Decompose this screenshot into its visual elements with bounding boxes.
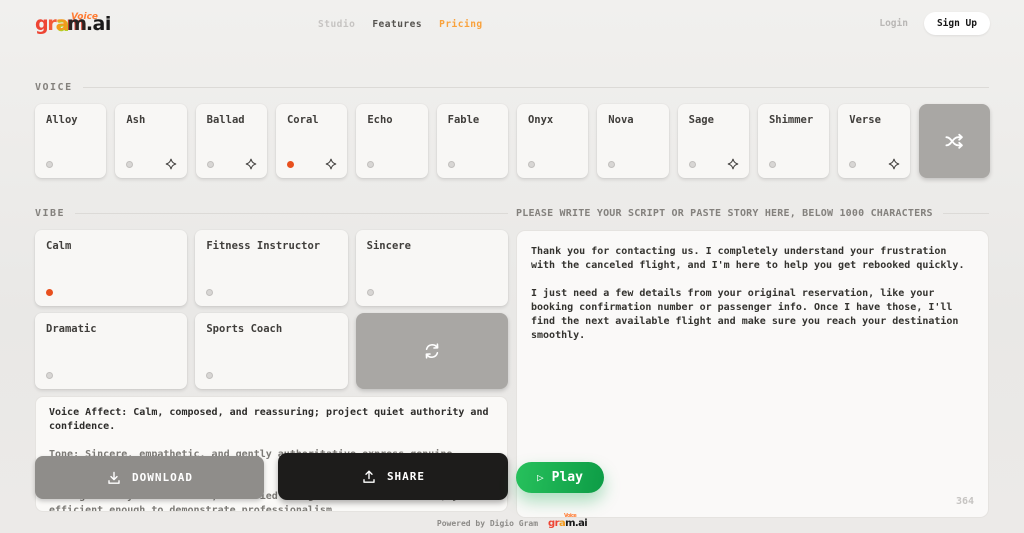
section-rule — [943, 213, 989, 214]
vibe-card-label: Dramatic — [46, 323, 97, 335]
selection-dot — [207, 161, 214, 168]
sparkle-icon — [245, 158, 257, 170]
shuffle-voice-button[interactable] — [919, 104, 990, 178]
affect-paragraph: Voice Affect: Calm, composed, and reassu… — [49, 406, 494, 434]
share-icon — [361, 469, 377, 485]
voice-card-alloy[interactable]: Alloy — [35, 104, 106, 178]
voice-card-ash[interactable]: Ash — [115, 104, 186, 178]
selection-dot — [46, 289, 53, 296]
voice-card-label: Coral — [287, 114, 319, 126]
section-rule — [83, 87, 989, 88]
share-button[interactable]: SHARE — [278, 453, 508, 500]
voice-card-label: Onyx — [528, 114, 553, 126]
voice-card-nova[interactable]: Nova — [597, 104, 668, 178]
voice-card-ballad[interactable]: Ballad — [196, 104, 267, 178]
play-button-label: Play — [552, 470, 583, 485]
vibe-card-sports-coach[interactable]: Sports Coach — [195, 313, 347, 389]
voice-card-label: Ballad — [207, 114, 245, 126]
sparkle-icon — [325, 158, 337, 170]
download-icon — [106, 470, 122, 486]
script-section-title: PLEASE WRITE YOUR SCRIPT OR PASTE STORY … — [516, 208, 933, 219]
play-icon: ▷ — [537, 471, 544, 484]
footer-logo: Voicegram.ai — [548, 518, 587, 529]
voice-card-onyx[interactable]: Onyx — [517, 104, 588, 178]
nav-item-pricing[interactable]: Pricing — [439, 19, 483, 30]
refresh-vibes-button[interactable] — [356, 313, 508, 389]
vibe-section-label: VIBE — [35, 208, 508, 219]
voice-card-label: Echo — [367, 114, 392, 126]
selection-dot — [46, 372, 53, 379]
vibe-section-title: VIBE — [35, 208, 65, 219]
selection-dot — [528, 161, 535, 168]
voice-card-coral[interactable]: Coral — [276, 104, 347, 178]
vibe-card-dramatic[interactable]: Dramatic — [35, 313, 187, 389]
download-button-label: DOWNLOAD — [132, 471, 193, 484]
selection-dot — [367, 289, 374, 296]
selection-dot — [126, 161, 133, 168]
vibe-grid: Calm Fitness Instructor Sincere Dramatic… — [35, 230, 508, 389]
script-section-label: PLEASE WRITE YOUR SCRIPT OR PASTE STORY … — [516, 208, 989, 219]
voice-card-label: Sage — [689, 114, 714, 126]
selection-dot — [46, 161, 53, 168]
play-button[interactable]: ▷ Play — [516, 462, 604, 493]
login-link[interactable]: Login — [879, 18, 908, 29]
selection-dot — [849, 161, 856, 168]
header: Voicegram.ai Studio Features Pricing Log… — [0, 0, 1024, 50]
share-button-label: SHARE — [387, 470, 425, 483]
logo-voice-badge: Voice — [71, 2, 98, 32]
sparkle-icon — [888, 158, 900, 170]
sparkle-icon — [727, 158, 739, 170]
footer: Powered by Digio Gram Voicegram.ai — [0, 518, 1024, 529]
refresh-icon — [420, 339, 444, 363]
vibe-card-label: Calm — [46, 240, 71, 252]
vibe-card-label: Fitness Instructor — [206, 240, 320, 252]
powered-by-text: Powered by Digio Gram — [437, 519, 538, 528]
auth-area: Login Sign Up — [879, 12, 990, 35]
footer-logo-voice-badge: Voice — [564, 513, 576, 519]
selection-dot — [287, 161, 294, 168]
nav-item-studio[interactable]: Studio — [318, 19, 355, 30]
selection-dot — [206, 289, 213, 296]
voice-card-verse[interactable]: Verse — [838, 104, 909, 178]
section-rule — [75, 213, 508, 214]
selection-dot — [769, 161, 776, 168]
vibe-card-fitness-instructor[interactable]: Fitness Instructor — [195, 230, 347, 306]
nav-item-features[interactable]: Features — [372, 19, 422, 30]
vibe-card-label: Sincere — [367, 240, 411, 252]
voice-section-label: VOICE — [35, 82, 989, 93]
voice-card-label: Nova — [608, 114, 633, 126]
vibe-card-sincere[interactable]: Sincere — [356, 230, 508, 306]
selection-dot — [608, 161, 615, 168]
shuffle-icon — [941, 128, 967, 154]
sparkle-icon — [165, 158, 177, 170]
selection-dot — [206, 372, 213, 379]
voice-card-sage[interactable]: Sage — [678, 104, 749, 178]
voice-card-label: Ash — [126, 114, 145, 126]
voice-card-label: Shimmer — [769, 114, 813, 126]
voice-card-fable[interactable]: Fable — [437, 104, 508, 178]
voice-card-shimmer[interactable]: Shimmer — [758, 104, 829, 178]
selection-dot — [448, 161, 455, 168]
selection-dot — [367, 161, 374, 168]
voice-card-label: Fable — [448, 114, 480, 126]
selection-dot — [689, 161, 696, 168]
voice-card-label: Alloy — [46, 114, 78, 126]
char-counter: 364 — [956, 496, 974, 507]
vibe-card-label: Sports Coach — [206, 323, 282, 335]
voice-row: Alloy Ash Ballad Coral Echo Fable Onyx N… — [35, 104, 990, 178]
main-nav: Studio Features Pricing — [318, 19, 483, 30]
voice-card-echo[interactable]: Echo — [356, 104, 427, 178]
signup-button[interactable]: Sign Up — [924, 12, 990, 35]
app-logo: Voicegram.ai — [35, 9, 111, 39]
voice-card-label: Verse — [849, 114, 881, 126]
vibe-card-calm[interactable]: Calm — [35, 230, 187, 306]
download-button[interactable]: DOWNLOAD — [35, 456, 264, 499]
voice-section-title: VOICE — [35, 82, 73, 93]
